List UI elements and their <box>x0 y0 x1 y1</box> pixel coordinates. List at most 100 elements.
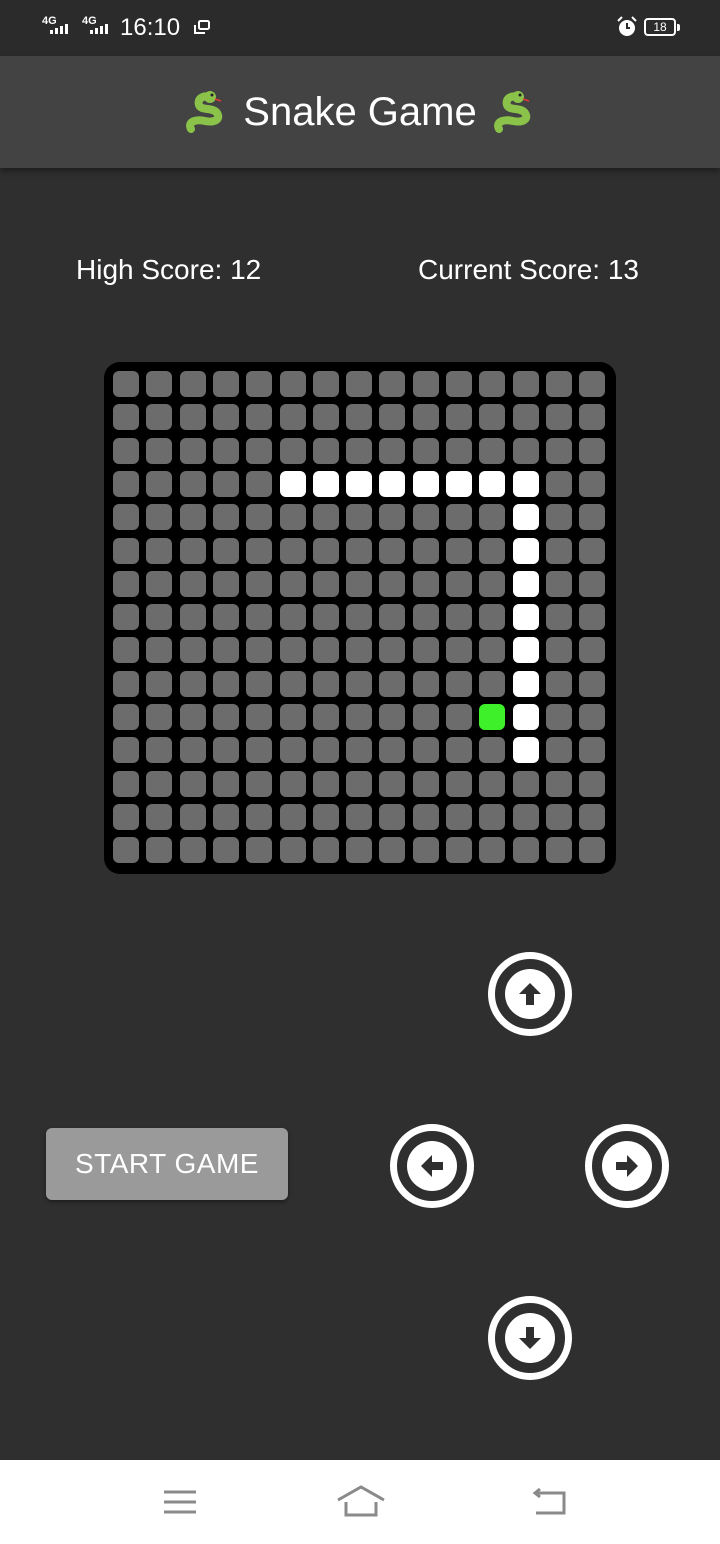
grid-cell <box>246 604 273 631</box>
grid-cell <box>446 803 472 830</box>
home-icon[interactable] <box>336 1482 386 1522</box>
grid-cell <box>179 737 206 764</box>
grid-cell <box>212 570 239 597</box>
grid-cell <box>346 570 373 597</box>
snake-segment <box>512 637 539 664</box>
grid-cell <box>446 504 472 531</box>
grid-cell <box>312 670 339 697</box>
grid-cell <box>246 470 273 497</box>
grid-cell <box>179 770 206 797</box>
grid-cell <box>412 504 439 531</box>
grid-cell <box>512 803 539 830</box>
snake-segment <box>512 570 539 597</box>
menu-icon[interactable] <box>158 1482 202 1522</box>
down-button[interactable] <box>488 1296 572 1380</box>
grid-cell <box>212 637 239 664</box>
grid-cell <box>212 737 239 764</box>
grid-cell <box>579 637 606 664</box>
grid-cell <box>279 437 306 464</box>
grid-cell <box>346 670 373 697</box>
grid-cell <box>146 837 173 864</box>
snake-segment <box>446 470 472 497</box>
grid-cell <box>113 504 139 531</box>
grid-cell <box>212 803 239 830</box>
grid-cell <box>412 604 439 631</box>
grid-cell <box>312 537 339 564</box>
grid-cell <box>412 570 439 597</box>
status-bar: 4G 4G 16:10 18 <box>0 0 720 56</box>
grid-cell <box>212 704 239 730</box>
grid-cell <box>512 404 539 431</box>
grid-cell <box>512 371 539 397</box>
grid-cell <box>246 504 273 531</box>
grid-cell <box>246 837 273 864</box>
grid-cell <box>179 670 206 697</box>
snake-segment <box>512 604 539 631</box>
grid-cell <box>179 470 206 497</box>
grid-cell <box>412 837 439 864</box>
grid-cell <box>545 604 572 631</box>
grid-cell <box>412 737 439 764</box>
grid-cell <box>312 570 339 597</box>
grid-cell <box>146 570 173 597</box>
grid-cell <box>212 437 239 464</box>
grid-cell <box>346 604 373 631</box>
grid-cell <box>545 737 572 764</box>
grid-cell <box>512 437 539 464</box>
grid-cell <box>179 437 206 464</box>
food-cell <box>479 704 506 730</box>
grid-cell <box>545 437 572 464</box>
grid-cell <box>312 637 339 664</box>
right-button[interactable] <box>585 1124 669 1208</box>
signal-bars-icon <box>90 24 108 34</box>
grid-cell <box>579 737 606 764</box>
grid-cell <box>179 504 206 531</box>
grid-cell <box>179 371 206 397</box>
grid-cell <box>279 803 306 830</box>
left-button[interactable] <box>390 1124 474 1208</box>
grid-cell <box>146 770 173 797</box>
grid-cell <box>346 704 373 730</box>
grid-cell <box>146 404 173 431</box>
grid-cell <box>479 770 506 797</box>
grid-cell <box>346 803 373 830</box>
grid-cell <box>113 704 139 730</box>
grid-cell <box>545 504 572 531</box>
grid-cell <box>479 404 506 431</box>
grid-cell <box>146 737 173 764</box>
grid-cell <box>246 537 273 564</box>
app-bar: Snake Game <box>0 56 720 168</box>
grid-cell <box>179 537 206 564</box>
grid-cell <box>179 570 206 597</box>
current-score: Current Score: 13 <box>418 254 639 285</box>
grid-cell <box>446 570 472 597</box>
grid-cell <box>179 837 206 864</box>
snake-segment <box>412 470 439 497</box>
grid-cell <box>312 437 339 464</box>
snake-segment <box>512 504 539 531</box>
high-score: High Score: 12 <box>76 254 262 285</box>
grid-cell <box>412 704 439 730</box>
grid-cell <box>113 371 139 397</box>
grid-cell <box>579 537 606 564</box>
grid-cell <box>246 670 273 697</box>
grid-cell <box>446 404 472 431</box>
up-button[interactable] <box>488 952 572 1036</box>
start-game-button[interactable]: START GAME <box>46 1128 288 1200</box>
grid-cell <box>446 371 472 397</box>
grid-cell <box>412 537 439 564</box>
grid-cell <box>146 371 173 397</box>
grid-cell <box>379 637 406 664</box>
snake-segment <box>512 470 539 497</box>
grid-cell <box>246 570 273 597</box>
grid-cell <box>479 371 506 397</box>
grid-cell <box>545 570 572 597</box>
grid-cell <box>212 770 239 797</box>
grid-cell <box>312 504 339 531</box>
grid-cell <box>346 770 373 797</box>
back-icon[interactable] <box>526 1482 570 1522</box>
grid-cell <box>412 670 439 697</box>
grid-cell <box>579 437 606 464</box>
grid-cell <box>212 670 239 697</box>
grid-cell <box>312 770 339 797</box>
